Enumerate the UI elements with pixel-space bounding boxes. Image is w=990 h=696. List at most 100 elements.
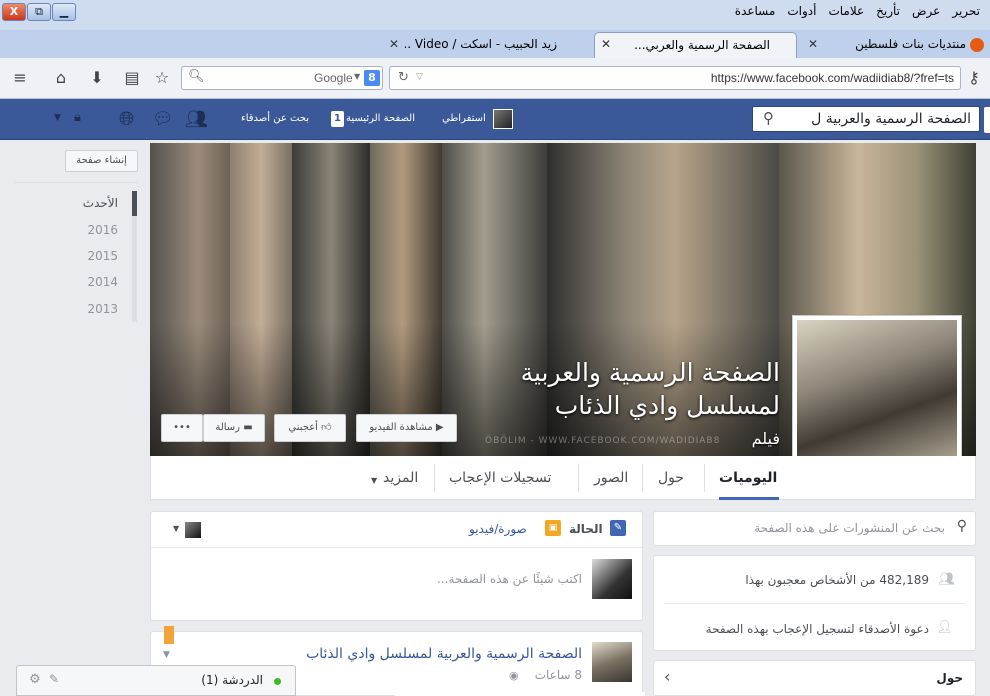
tab-close-icon[interactable]: ✕	[389, 37, 399, 51]
notifications-globe-icon[interactable]: 🌐︎	[119, 108, 134, 130]
bookmark-star-icon[interactable]: ☆	[152, 68, 172, 88]
post-avatar[interactable]	[592, 642, 632, 682]
google-badge-icon: 8	[364, 70, 380, 86]
year-2016[interactable]: 2016	[14, 219, 126, 241]
year-latest[interactable]: الأحدث	[14, 192, 126, 214]
posting-as-dropdown-icon[interactable]: ▼	[173, 524, 179, 533]
chat-compose-icon[interactable]: ✎	[49, 672, 59, 686]
more-actions-button[interactable]: •••	[161, 414, 203, 442]
tab-facebook[interactable]: الصفحة الرسمية والعربي...	[594, 32, 797, 58]
composer-placeholder[interactable]: اكتب شيئًا عن هذه الصفحة...	[437, 572, 582, 586]
like-button[interactable]: 👍︎ أعجبني	[274, 414, 346, 442]
post-author-link[interactable]: الصفحة الرسمية والعربية لمسلسل وادي الذئ…	[306, 646, 582, 662]
menu-help[interactable]: مساعدة	[735, 4, 776, 18]
window-close-button[interactable]: X	[2, 3, 26, 21]
chat-bar[interactable]: ⚙ ✎ الدردشة (1)	[16, 665, 296, 696]
tab-likes[interactable]: تسجيلات الإعجاب	[449, 470, 551, 486]
tab-photos[interactable]: الصور	[594, 470, 628, 486]
invite-friends-link[interactable]: دعوة الأصدقاء لتسجيل الإعجاب بهذه الصفحة	[706, 622, 929, 636]
home-count-badge: 1	[331, 111, 344, 127]
tab-forum[interactable]: منتديات بنات فلسطين	[826, 32, 970, 58]
composer-avatar	[592, 559, 632, 599]
search-icon: ⚲	[956, 518, 967, 534]
tab-about[interactable]: حول	[658, 470, 684, 486]
menu-tools[interactable]: أدوات	[787, 4, 816, 18]
likes-icon: 👥︎	[938, 572, 955, 587]
url-text: https://www.facebook.com/wadiidiab8/?fre…	[710, 71, 954, 85]
post-time[interactable]: 8 ساعات	[535, 668, 582, 682]
web-search-box[interactable]: 🔍︎ Google ▼ 8	[181, 66, 383, 90]
tab-bar: منتديات بنات فلسطين ✕ الصفحة الرسمية وال…	[0, 30, 990, 84]
menu-bookmarks[interactable]: علامات	[828, 4, 864, 18]
page-title-line1: الصفحة الرسمية والعربية	[520, 358, 780, 387]
url-bar[interactable]: ↻ ▽ https://www.facebook.com/wadiidiab8/…	[389, 66, 961, 90]
menu-history[interactable]: تأريخ	[876, 4, 900, 18]
page-post-search[interactable]: بحث عن المنشورات على هذه الصفحة ⚲	[653, 511, 976, 546]
messages-icon[interactable]: 💬︎	[152, 109, 174, 129]
tab-separator	[434, 464, 435, 492]
facebook-top-bar: الصفحة الرسمية والعربية ل ⚲ استفراطي الص…	[0, 99, 990, 140]
tab-close-icon[interactable]: ✕	[808, 37, 818, 51]
active-tab-indicator	[719, 497, 779, 500]
search-icon: 🔍︎	[188, 69, 205, 84]
url-dropdown-icon[interactable]: ▽	[416, 72, 423, 82]
year-2014[interactable]: 2014	[14, 271, 126, 293]
window-restore-button[interactable]: ⧉	[27, 3, 51, 21]
post-options-icon[interactable]: ▼	[163, 650, 170, 660]
tab-youtube[interactable]: زيد الحبيب - اسكت / Video ...	[405, 32, 581, 58]
fb-search-input[interactable]: الصفحة الرسمية والعربية ل ⚲	[752, 106, 980, 132]
bookmarks-list-icon[interactable]: ▤	[122, 68, 142, 88]
home-icon[interactable]: ⌂	[51, 68, 71, 88]
year-2013[interactable]: 2013	[14, 298, 126, 320]
about-heading: حول	[936, 671, 963, 685]
card-divider	[664, 603, 965, 604]
likes-count-text: 482,189 من الأشخاص معجبون بهذا	[745, 573, 929, 587]
profile-avatar[interactable]	[493, 109, 513, 129]
reload-icon[interactable]: ↻	[398, 70, 409, 85]
posting-as-avatar[interactable]	[185, 522, 201, 538]
search-posts-placeholder: بحث عن المنشورات على هذه الصفحة	[754, 521, 945, 535]
tab-separator	[704, 464, 705, 492]
tab-more[interactable]: المزيد	[383, 470, 418, 486]
menu-view[interactable]: عرض	[912, 4, 940, 18]
highlight-ribbon-icon	[164, 626, 174, 644]
account-dropdown-icon[interactable]: ▼	[54, 113, 61, 123]
about-section: حول ‹	[653, 660, 976, 696]
privacy-lock-icon[interactable]: 🔒︎	[74, 110, 81, 125]
watch-video-button[interactable]: ▶ مشاهدة الفيديو	[356, 414, 457, 442]
create-page-button[interactable]: إنشاء صفحة	[65, 150, 138, 172]
page-category: فيلم	[751, 429, 780, 448]
photo-video-icon: ▣	[545, 520, 561, 536]
home-link[interactable]: الصفحة الرئيسية	[346, 113, 415, 124]
friend-requests-icon[interactable]: 👥︎	[185, 109, 208, 130]
profile-name-link[interactable]: استفراطي	[442, 113, 486, 124]
page-title: الصفحة الرسمية والعربية لمسلسل وادي الذئ…	[521, 356, 780, 422]
key-icon[interactable]: ⚷	[964, 68, 984, 88]
message-button[interactable]: ▬ رسالة	[203, 414, 265, 442]
tab-separator	[642, 464, 643, 492]
fb-search-value: الصفحة الرسمية والعربية ل	[811, 111, 971, 127]
chevron-left-icon[interactable]: ‹	[664, 667, 670, 686]
more-dropdown-icon[interactable]: ▼	[371, 476, 377, 485]
watch-video-label: مشاهدة الفيديو	[369, 422, 433, 433]
page-title-line2: لمسلسل وادي الذئاب	[554, 391, 780, 420]
fb-search-icon[interactable]: ⚲	[763, 109, 774, 127]
search-dropdown-icon[interactable]: ▼	[354, 72, 360, 81]
window-minimize-button[interactable]: ▁	[52, 3, 76, 21]
tab-close-icon[interactable]: ✕	[601, 37, 611, 51]
status-tab[interactable]: الحالة	[569, 522, 603, 536]
firefox-icon	[970, 38, 984, 52]
menu-icon[interactable]: ≡	[10, 68, 30, 88]
tab-timeline[interactable]: اليوميات	[719, 470, 777, 486]
sidebar-divider	[14, 182, 138, 183]
download-icon[interactable]: ⬇	[87, 68, 107, 88]
chat-settings-icon[interactable]: ⚙	[29, 672, 41, 687]
page-info-card: 482,189 من الأشخاص معجبون بهذا 👥︎ دعوة ا…	[653, 555, 976, 651]
photo-video-tab[interactable]: صورة/فيديو	[469, 522, 527, 536]
find-friends-link[interactable]: بحث عن أصدقاء	[241, 113, 309, 124]
post-composer: ✎ الحالة ▣ صورة/فيديو ▼ اكتب شيئًا عن هذ…	[150, 511, 643, 621]
bottom-scroll-hint	[395, 692, 645, 696]
menu-edit[interactable]: تحرير	[952, 4, 980, 18]
year-2015[interactable]: 2015	[14, 245, 126, 267]
thumbs-up-icon: 👍︎	[317, 422, 332, 433]
